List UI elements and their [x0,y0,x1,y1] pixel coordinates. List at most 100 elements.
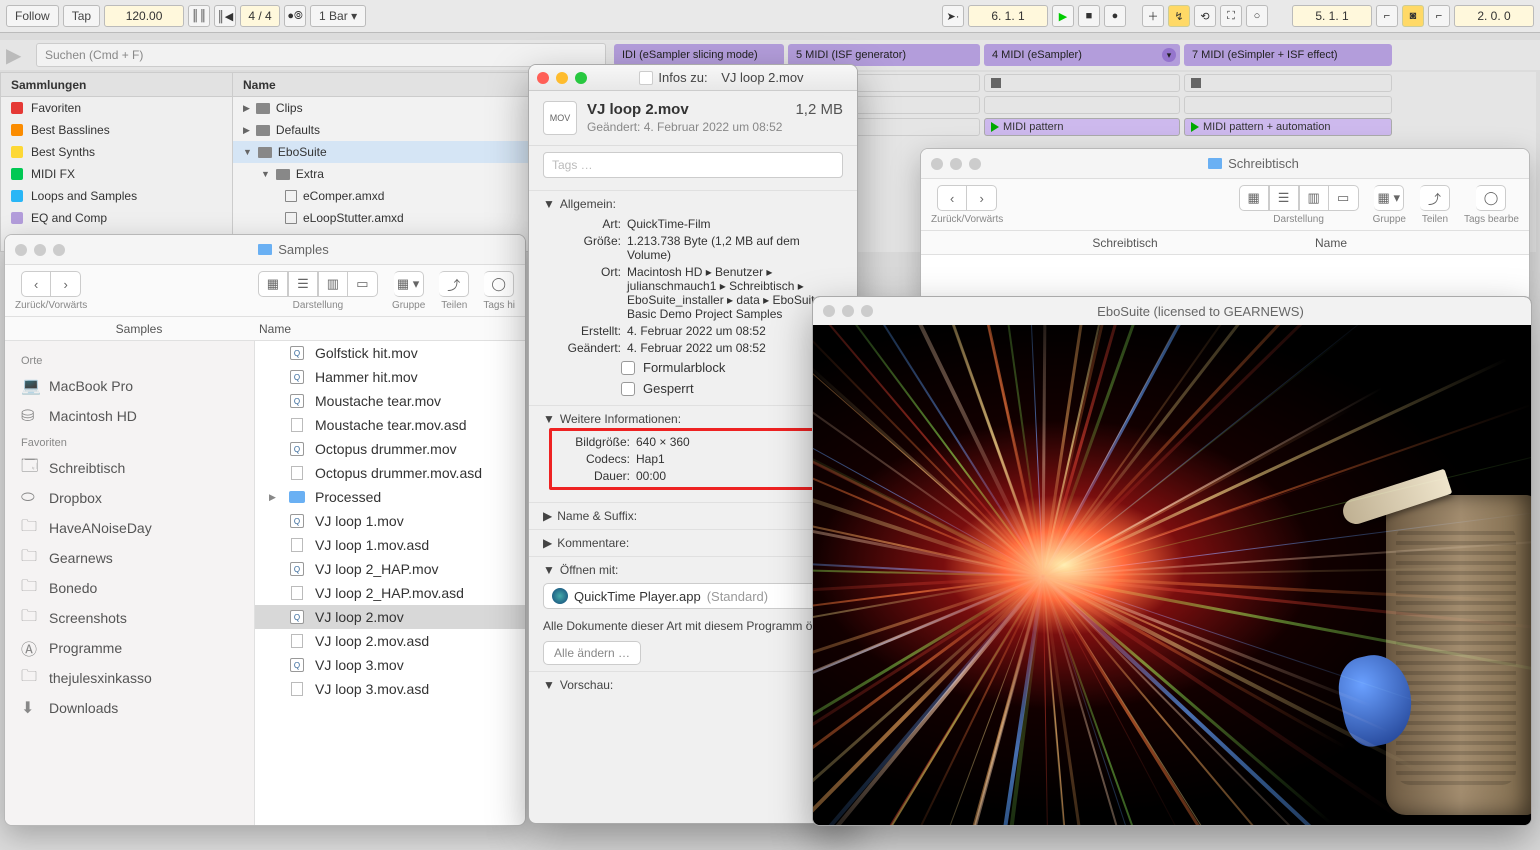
sidebar-item[interactable]: 🗀Bonedo [5,573,254,603]
file-row[interactable]: QVJ loop 3.mov [255,653,525,677]
zoom-icon[interactable] [861,305,873,317]
session-record-icon[interactable]: ○ [1246,5,1268,27]
collection-item[interactable]: MIDI FX [1,163,232,185]
share-button[interactable]: ⤴ [439,271,469,297]
share-button[interactable]: ⤴ [1420,185,1450,211]
sidebar-item[interactable]: ⬭Dropbox [5,483,254,513]
tempo-field[interactable]: 120.00 [104,5,184,27]
tap-button[interactable]: Tap [63,5,100,27]
view-icons-icon[interactable]: ▦ [258,271,288,297]
close-icon[interactable] [823,305,835,317]
overdub-icon[interactable]: ＋ [1142,5,1164,27]
file-row[interactable]: QVJ loop 2.mov [255,605,525,629]
position3-display[interactable]: 2. 0. 0 [1454,5,1534,27]
view-columns-icon[interactable]: ▥ [318,271,348,297]
file-row[interactable]: QOctopus drummer.mov [255,437,525,461]
file-row[interactable]: Octopus drummer.mov.asd [255,461,525,485]
loop-start-icon[interactable]: ⌐ [1376,5,1398,27]
re-enable-icon[interactable]: ⟲ [1194,5,1216,27]
view-list-icon[interactable]: ☰ [288,271,318,297]
clip-slot[interactable] [984,96,1180,114]
track-header-1[interactable]: IDI (eSampler slicing mode) [614,44,784,66]
bar-menu[interactable]: 1 Bar ▾ [310,5,366,27]
collection-item[interactable]: Best Synths [1,141,232,163]
file-row[interactable]: QGolfstick hit.mov [255,341,525,365]
file-row[interactable]: ▶Processed [255,485,525,509]
file-row[interactable]: VJ loop 1.mov.asd [255,533,525,557]
close-icon[interactable] [15,244,27,256]
clip-midi-pattern[interactable]: MIDI pattern [984,118,1180,136]
minimize-icon[interactable] [950,158,962,170]
section-name-suffix[interactable]: ▶Name & Suffix: [543,509,843,523]
forward-button[interactable]: › [967,185,997,211]
zoom-icon[interactable] [575,72,587,84]
sidebar-item[interactable]: 💻MacBook Pro [5,371,254,401]
checkbox-gesperrt[interactable]: Gesperrt [543,378,843,399]
zoom-icon[interactable] [969,158,981,170]
file-row[interactable]: Moustache tear.mov.asd [255,413,525,437]
record-button[interactable]: ● [1104,5,1126,27]
sidebar-item[interactable]: 🗀Gearnews [5,543,254,573]
collection-item[interactable]: Best Basslines [1,119,232,141]
time-signature[interactable]: 4 / 4 [240,5,280,27]
open-with-select[interactable]: QuickTime Player.app (Standard) ⌄ [543,583,843,609]
loop-end-icon[interactable]: ⌐ [1428,5,1450,27]
change-all-button[interactable]: Alle ändern … [543,641,641,665]
file-row[interactable]: QHammer hit.mov [255,365,525,389]
section-weitere[interactable]: ▼Weitere Informationen: [543,412,843,426]
arr-marker-icon[interactable]: ➤· [942,5,964,27]
track-header-2[interactable]: 5 MIDI (ISF generator) [788,44,980,66]
chevron-down-icon[interactable]: ▾ [1162,48,1176,62]
sidebar-item[interactable]: ⬇Downloads [5,693,254,723]
column-header-name[interactable]: Name [1315,236,1515,250]
play-button[interactable]: ▶ [1052,5,1074,27]
view-list-icon[interactable]: ☰ [1269,185,1299,211]
sidebar-item[interactable]: 🗀HaveANoiseDay [5,513,254,543]
search-input[interactable]: Suchen (Cmd + F) [36,43,606,67]
clip-slot[interactable] [1184,96,1392,114]
zoom-icon[interactable] [53,244,65,256]
sidebar-item[interactable]: 🗀thejulesxinkasso [5,663,254,693]
minimize-icon[interactable] [556,72,568,84]
track-header-3[interactable]: 4 MIDI (eSampler)▾ [984,44,1180,66]
capture-icon[interactable]: ⛶ [1220,5,1242,27]
file-row[interactable]: VJ loop 2.mov.asd [255,629,525,653]
section-allgemein[interactable]: ▼Allgemein: [543,197,843,211]
group-button[interactable]: ▦ ▾ [394,271,424,297]
track-header-4[interactable]: 7 MIDI (eSimpler + ISF effect) [1184,44,1392,66]
back-button[interactable]: ‹ [21,271,51,297]
back-button[interactable]: ‹ [937,185,967,211]
collection-item[interactable]: Loops and Samples [1,185,232,207]
sidebar-item[interactable]: 🗀Screenshots [5,603,254,633]
metronome-icon[interactable]: ║║ [188,5,210,27]
tags-input[interactable]: Tags … [543,152,843,178]
view-columns-icon[interactable]: ▥ [1299,185,1329,211]
file-row[interactable]: QMoustache tear.mov [255,389,525,413]
close-icon[interactable] [931,158,943,170]
tags-button[interactable]: ◯ [1476,185,1506,211]
section-vorschau[interactable]: ▼Vorschau: [543,678,843,692]
group-button[interactable]: ▦ ▾ [1374,185,1404,211]
loop-switch-icon[interactable]: ◙ [1402,5,1424,27]
close-icon[interactable] [537,72,549,84]
file-row[interactable]: VJ loop 3.mov.asd [255,677,525,701]
follow-button[interactable]: Follow [6,5,59,27]
clip-slot[interactable] [1184,74,1392,92]
file-row[interactable]: VJ loop 2_HAP.mov.asd [255,581,525,605]
sidebar-item[interactable]: ⛁Macintosh HD [5,401,254,431]
collection-item[interactable]: EQ and Comp [1,207,232,229]
column-header-name[interactable]: Name [259,322,291,336]
forward-button[interactable]: › [51,271,81,297]
tags-button[interactable]: ◯ [484,271,514,297]
sidebar-item[interactable]: 🗔Schreibtisch [5,453,254,483]
view-icons-icon[interactable]: ▦ [1239,185,1269,211]
metronome-dot-icon[interactable]: ●⦾ [284,5,306,27]
clip-midi-pattern-auto[interactable]: MIDI pattern + automation [1184,118,1392,136]
view-gallery-icon[interactable]: ▭ [1329,185,1359,211]
position-display[interactable]: 6. 1. 1 [968,5,1048,27]
section-open-with[interactable]: ▼Öffnen mit: [543,563,843,577]
file-row[interactable]: QVJ loop 1.mov [255,509,525,533]
position2-display[interactable]: 5. 1. 1 [1292,5,1372,27]
scene-play-icon[interactable]: ▶ [6,43,30,67]
stop-button[interactable]: ■ [1078,5,1100,27]
